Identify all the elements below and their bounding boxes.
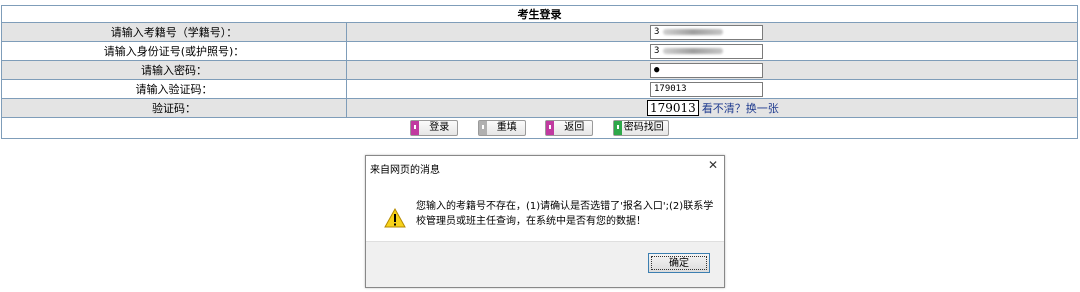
verify-code-input[interactable]: 179013: [650, 82, 763, 97]
password-input[interactable]: ●: [650, 63, 763, 78]
refresh-captcha-link[interactable]: 看不清？换一张: [702, 102, 779, 115]
warning-icon: [384, 208, 406, 228]
arrow-icon: [546, 121, 555, 135]
close-icon[interactable]: ✕: [708, 158, 718, 172]
arrow-icon: [613, 121, 622, 135]
exam-id-label: 请输入考籍号（学籍号）：: [1, 22, 347, 42]
button-bar: 登录 重填 返回 密码找回: [1, 117, 1078, 139]
arrow-icon: [411, 121, 420, 135]
id-number-input[interactable]: 3: [650, 44, 763, 59]
password-label: 请输入密码：: [1, 60, 347, 80]
row-verify-code: 请输入验证码： 179013: [1, 79, 1078, 99]
row-id-number: 请输入身份证号(或护照号)： 3: [1, 41, 1078, 61]
dialog-title: 来自网页的消息: [370, 165, 440, 176]
verify-code-label: 请输入验证码：: [1, 79, 347, 99]
reset-button[interactable]: 重填: [477, 120, 526, 136]
login-button[interactable]: 登录: [410, 120, 459, 136]
login-form-table: 考生登录 请输入考籍号（学籍号）： 3 请输入身份证号(或护照号)： 3 请输入…: [1, 5, 1078, 139]
ok-button[interactable]: 确定: [648, 253, 710, 273]
exam-id-input[interactable]: 3: [650, 25, 763, 40]
back-button[interactable]: 返回: [545, 120, 594, 136]
arrow-icon: [478, 121, 487, 135]
captcha-label: 验证码：: [1, 98, 347, 118]
id-number-label: 请输入身份证号(或护照号)：: [1, 41, 347, 61]
dialog-message: 您输入的考籍号不存在，(1)请确认是否选错了'报名入口';(2)联系学校管理员或…: [416, 201, 714, 227]
form-title: 考生登录: [1, 5, 1078, 23]
dialog-footer: 确定: [366, 241, 724, 287]
row-password: 请输入密码： ●: [1, 60, 1078, 80]
row-exam-id: 请输入考籍号（学籍号）： 3: [1, 22, 1078, 42]
alert-dialog: 来自网页的消息 ✕ 您输入的考籍号不存在，(1)请确认是否选错了'报名入口';(…: [365, 155, 725, 288]
row-captcha: 验证码： 179013 看不清？换一张: [1, 98, 1078, 118]
captcha-image[interactable]: 179013: [647, 100, 699, 116]
recover-password-button[interactable]: 密码找回: [612, 120, 669, 136]
